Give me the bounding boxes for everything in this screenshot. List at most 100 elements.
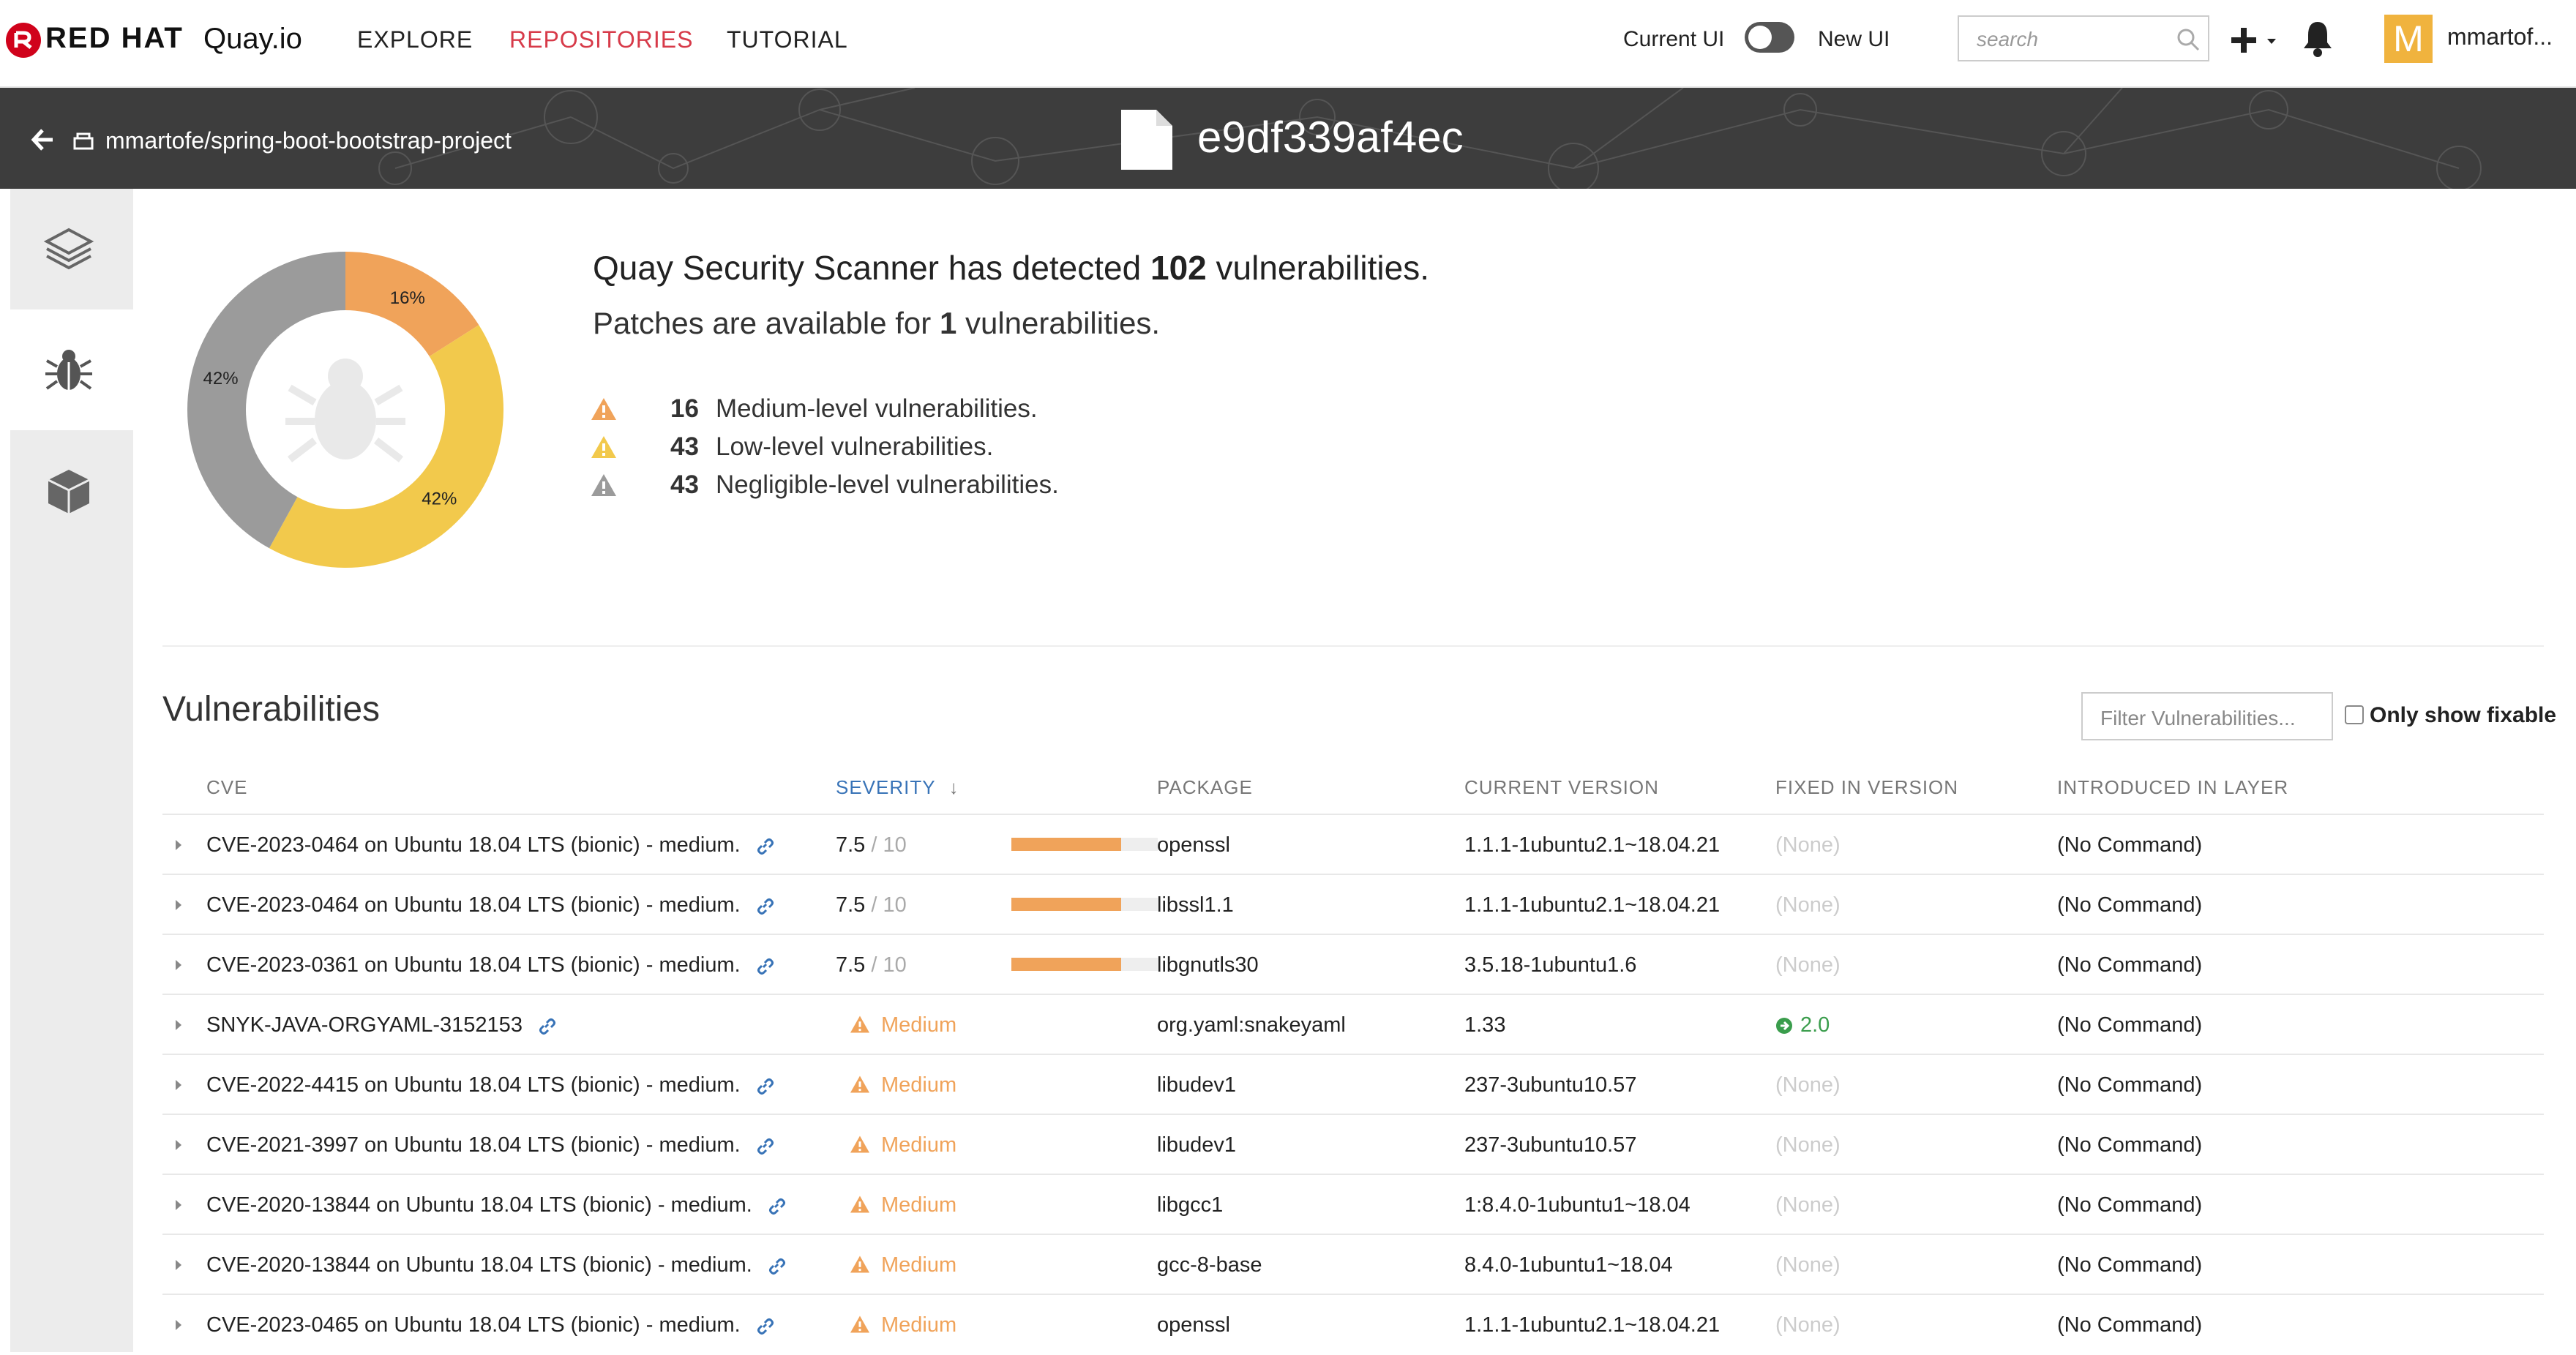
cve-cell[interactable]: SNYK-JAVA-ORGYAML-3152153 (206, 995, 556, 1055)
introduced-layer-cell: (No Command) (2057, 1013, 2203, 1037)
notifications-button[interactable] (2299, 16, 2336, 60)
package-cell: openssl (1157, 833, 1230, 857)
link-icon[interactable] (755, 836, 774, 855)
introduced-layer-cell: (No Command) (2057, 833, 2203, 857)
nav-explore[interactable]: EXPLORE (357, 25, 473, 54)
table-row[interactable]: CVE-2020-13844 on Ubuntu 18.04 LTS (bion… (162, 1234, 2544, 1294)
score-value: 7.5 (836, 833, 866, 857)
warning-icon (591, 474, 616, 496)
expand-caret-icon[interactable] (176, 840, 181, 850)
table-row[interactable]: CVE-2020-13844 on Ubuntu 18.04 LTS (bion… (162, 1174, 2544, 1234)
redhat-logo-icon[interactable] (6, 23, 41, 58)
table-row[interactable]: CVE-2023-0361 on Ubuntu 18.04 LTS (bioni… (162, 934, 2544, 994)
link-icon[interactable] (755, 1076, 774, 1095)
ui-toggle[interactable] (1745, 22, 1794, 53)
cve-id[interactable]: CVE-2020-13844 on Ubuntu 18.04 LTS (bion… (206, 1193, 752, 1217)
severity-header-label: SEVERITY (836, 776, 936, 798)
cvss-score: 7.5 / 10 (836, 815, 1158, 875)
link-icon[interactable] (755, 956, 774, 975)
link-icon[interactable] (537, 1016, 556, 1035)
cve-id[interactable]: CVE-2023-0361 on Ubuntu 18.04 LTS (bioni… (206, 953, 741, 977)
create-new-button[interactable] (2229, 16, 2280, 60)
cve-id[interactable]: CVE-2023-0464 on Ubuntu 18.04 LTS (bioni… (206, 833, 741, 857)
link-icon[interactable] (755, 1316, 774, 1335)
package-cell: libgnutls30 (1157, 953, 1259, 977)
fixed-version-value: (None) (1775, 1133, 1841, 1157)
breadcrumb-repo-link[interactable]: mmartofe/spring-boot-bootstrap-project (105, 124, 512, 157)
severity-label: Medium (881, 1193, 957, 1217)
cve-id[interactable]: CVE-2023-0465 on Ubuntu 18.04 LTS (bioni… (206, 1313, 741, 1337)
cve-cell[interactable]: CVE-2021-3997 on Ubuntu 18.04 LTS (bioni… (206, 1115, 774, 1175)
table-row[interactable]: CVE-2023-0464 on Ubuntu 18.04 LTS (bioni… (162, 814, 2544, 874)
cve-id[interactable]: CVE-2021-3997 on Ubuntu 18.04 LTS (bioni… (206, 1133, 741, 1157)
brand-quay[interactable]: Quay.io (203, 20, 302, 57)
avatar[interactable]: M (2384, 15, 2433, 63)
cve-cell[interactable]: CVE-2023-0465 on Ubuntu 18.04 LTS (bioni… (206, 1295, 774, 1355)
fixed-version-value: (None) (1775, 1193, 1841, 1217)
link-icon[interactable] (755, 896, 774, 915)
table-row[interactable]: CVE-2022-4415 on Ubuntu 18.04 LTS (bioni… (162, 1054, 2544, 1114)
sidebar-item-packages[interactable] (10, 430, 133, 551)
nav-tutorial[interactable]: TUTORIAL (727, 25, 848, 54)
column-header-current-version[interactable]: CURRENT VERSION (1464, 774, 1659, 800)
expand-caret-icon[interactable] (176, 1140, 181, 1150)
fixed-version-cell: (None) (1775, 875, 1841, 935)
filter-vulnerabilities-input[interactable]: Filter Vulnerabilities... (2081, 692, 2333, 740)
sidebar-item-vulnerabilities[interactable] (10, 309, 133, 430)
column-header-introduced-in-layer[interactable]: INTRODUCED IN LAYER (2057, 774, 2288, 800)
warning-icon (850, 1196, 869, 1213)
cve-id[interactable]: CVE-2023-0464 on Ubuntu 18.04 LTS (bioni… (206, 893, 741, 917)
expand-caret-icon[interactable] (176, 1320, 181, 1330)
expand-caret-icon[interactable] (176, 1200, 181, 1210)
introduced-layer-cell: (No Command) (2057, 953, 2203, 977)
link-icon[interactable] (767, 1256, 786, 1275)
score-bar (1011, 838, 1158, 851)
current-version-cell: 8.4.0-1ubuntu1~18.04 (1464, 1253, 1673, 1277)
cve-cell[interactable]: CVE-2023-0464 on Ubuntu 18.04 LTS (bioni… (206, 815, 774, 875)
scanner-summary-line: Quay Security Scanner has detected 102 v… (593, 246, 1429, 290)
package-cell: gcc-8-base (1157, 1253, 1262, 1277)
user-menu[interactable]: mmartof... (2447, 22, 2553, 51)
only-fixable-checkbox[interactable]: Only show fixable (2345, 702, 2556, 729)
back-arrow-icon[interactable] (31, 129, 56, 151)
package-cell: libudev1 (1157, 1073, 1237, 1097)
cve-cell[interactable]: CVE-2020-13844 on Ubuntu 18.04 LTS (bion… (206, 1175, 786, 1235)
table-row[interactable]: SNYK-JAVA-ORGYAML-3152153 Medium org.yaml:… (162, 994, 2544, 1054)
cve-cell[interactable]: CVE-2023-0361 on Ubuntu 18.04 LTS (bioni… (206, 935, 774, 995)
cve-id[interactable]: SNYK-JAVA-ORGYAML-3152153 (206, 1013, 523, 1037)
sidebar-item-layers[interactable] (10, 189, 133, 309)
score-value: 7.5 (836, 953, 866, 977)
expand-caret-icon[interactable] (176, 960, 181, 970)
table-row[interactable]: CVE-2023-0464 on Ubuntu 18.04 LTS (bioni… (162, 874, 2544, 934)
link-icon[interactable] (755, 1136, 774, 1155)
introduced-layer-cell: (No Command) (2057, 1253, 2203, 1277)
fixed-version-cell: 2.0 (1775, 995, 1830, 1055)
table-row[interactable]: CVE-2021-3997 on Ubuntu 18.04 LTS (bioni… (162, 1114, 2544, 1174)
column-header-package[interactable]: PACKAGE (1157, 774, 1253, 800)
link-icon[interactable] (767, 1196, 786, 1215)
cve-cell[interactable]: CVE-2023-0464 on Ubuntu 18.04 LTS (bioni… (206, 875, 774, 935)
column-header-severity[interactable]: SEVERITY ↓ (836, 774, 959, 800)
cve-id[interactable]: CVE-2020-13844 on Ubuntu 18.04 LTS (bion… (206, 1253, 752, 1277)
fixed-version-cell: (None) (1775, 1235, 1841, 1295)
expand-caret-icon[interactable] (176, 1020, 181, 1030)
severity-badge: Medium (849, 1235, 956, 1295)
repository-icon (73, 132, 94, 150)
donut-label-medium: 16% (390, 288, 425, 308)
expand-caret-icon[interactable] (176, 1260, 181, 1270)
severity-label: Medium (881, 1253, 957, 1277)
nav-repositories[interactable]: REPOSITORIES (509, 25, 693, 54)
cve-cell[interactable]: CVE-2020-13844 on Ubuntu 18.04 LTS (bion… (206, 1235, 786, 1295)
expand-caret-icon[interactable] (176, 900, 181, 910)
checkbox[interactable] (2345, 705, 2364, 724)
expand-caret-icon[interactable] (176, 1080, 181, 1090)
bug-icon (45, 350, 92, 390)
cve-cell[interactable]: CVE-2022-4415 on Ubuntu 18.04 LTS (bioni… (206, 1055, 774, 1115)
section-divider (162, 645, 2544, 647)
search-input[interactable]: search (1958, 15, 2209, 61)
cve-id[interactable]: CVE-2022-4415 on Ubuntu 18.04 LTS (bioni… (206, 1073, 741, 1097)
column-header-fixed-in-version[interactable]: FIXED IN VERSION (1775, 774, 1958, 800)
table-row[interactable]: CVE-2023-0465 on Ubuntu 18.04 LTS (bioni… (162, 1294, 2544, 1354)
column-header-cve[interactable]: CVE (206, 774, 247, 800)
brand-redhat[interactable]: RED HAT (45, 20, 184, 56)
